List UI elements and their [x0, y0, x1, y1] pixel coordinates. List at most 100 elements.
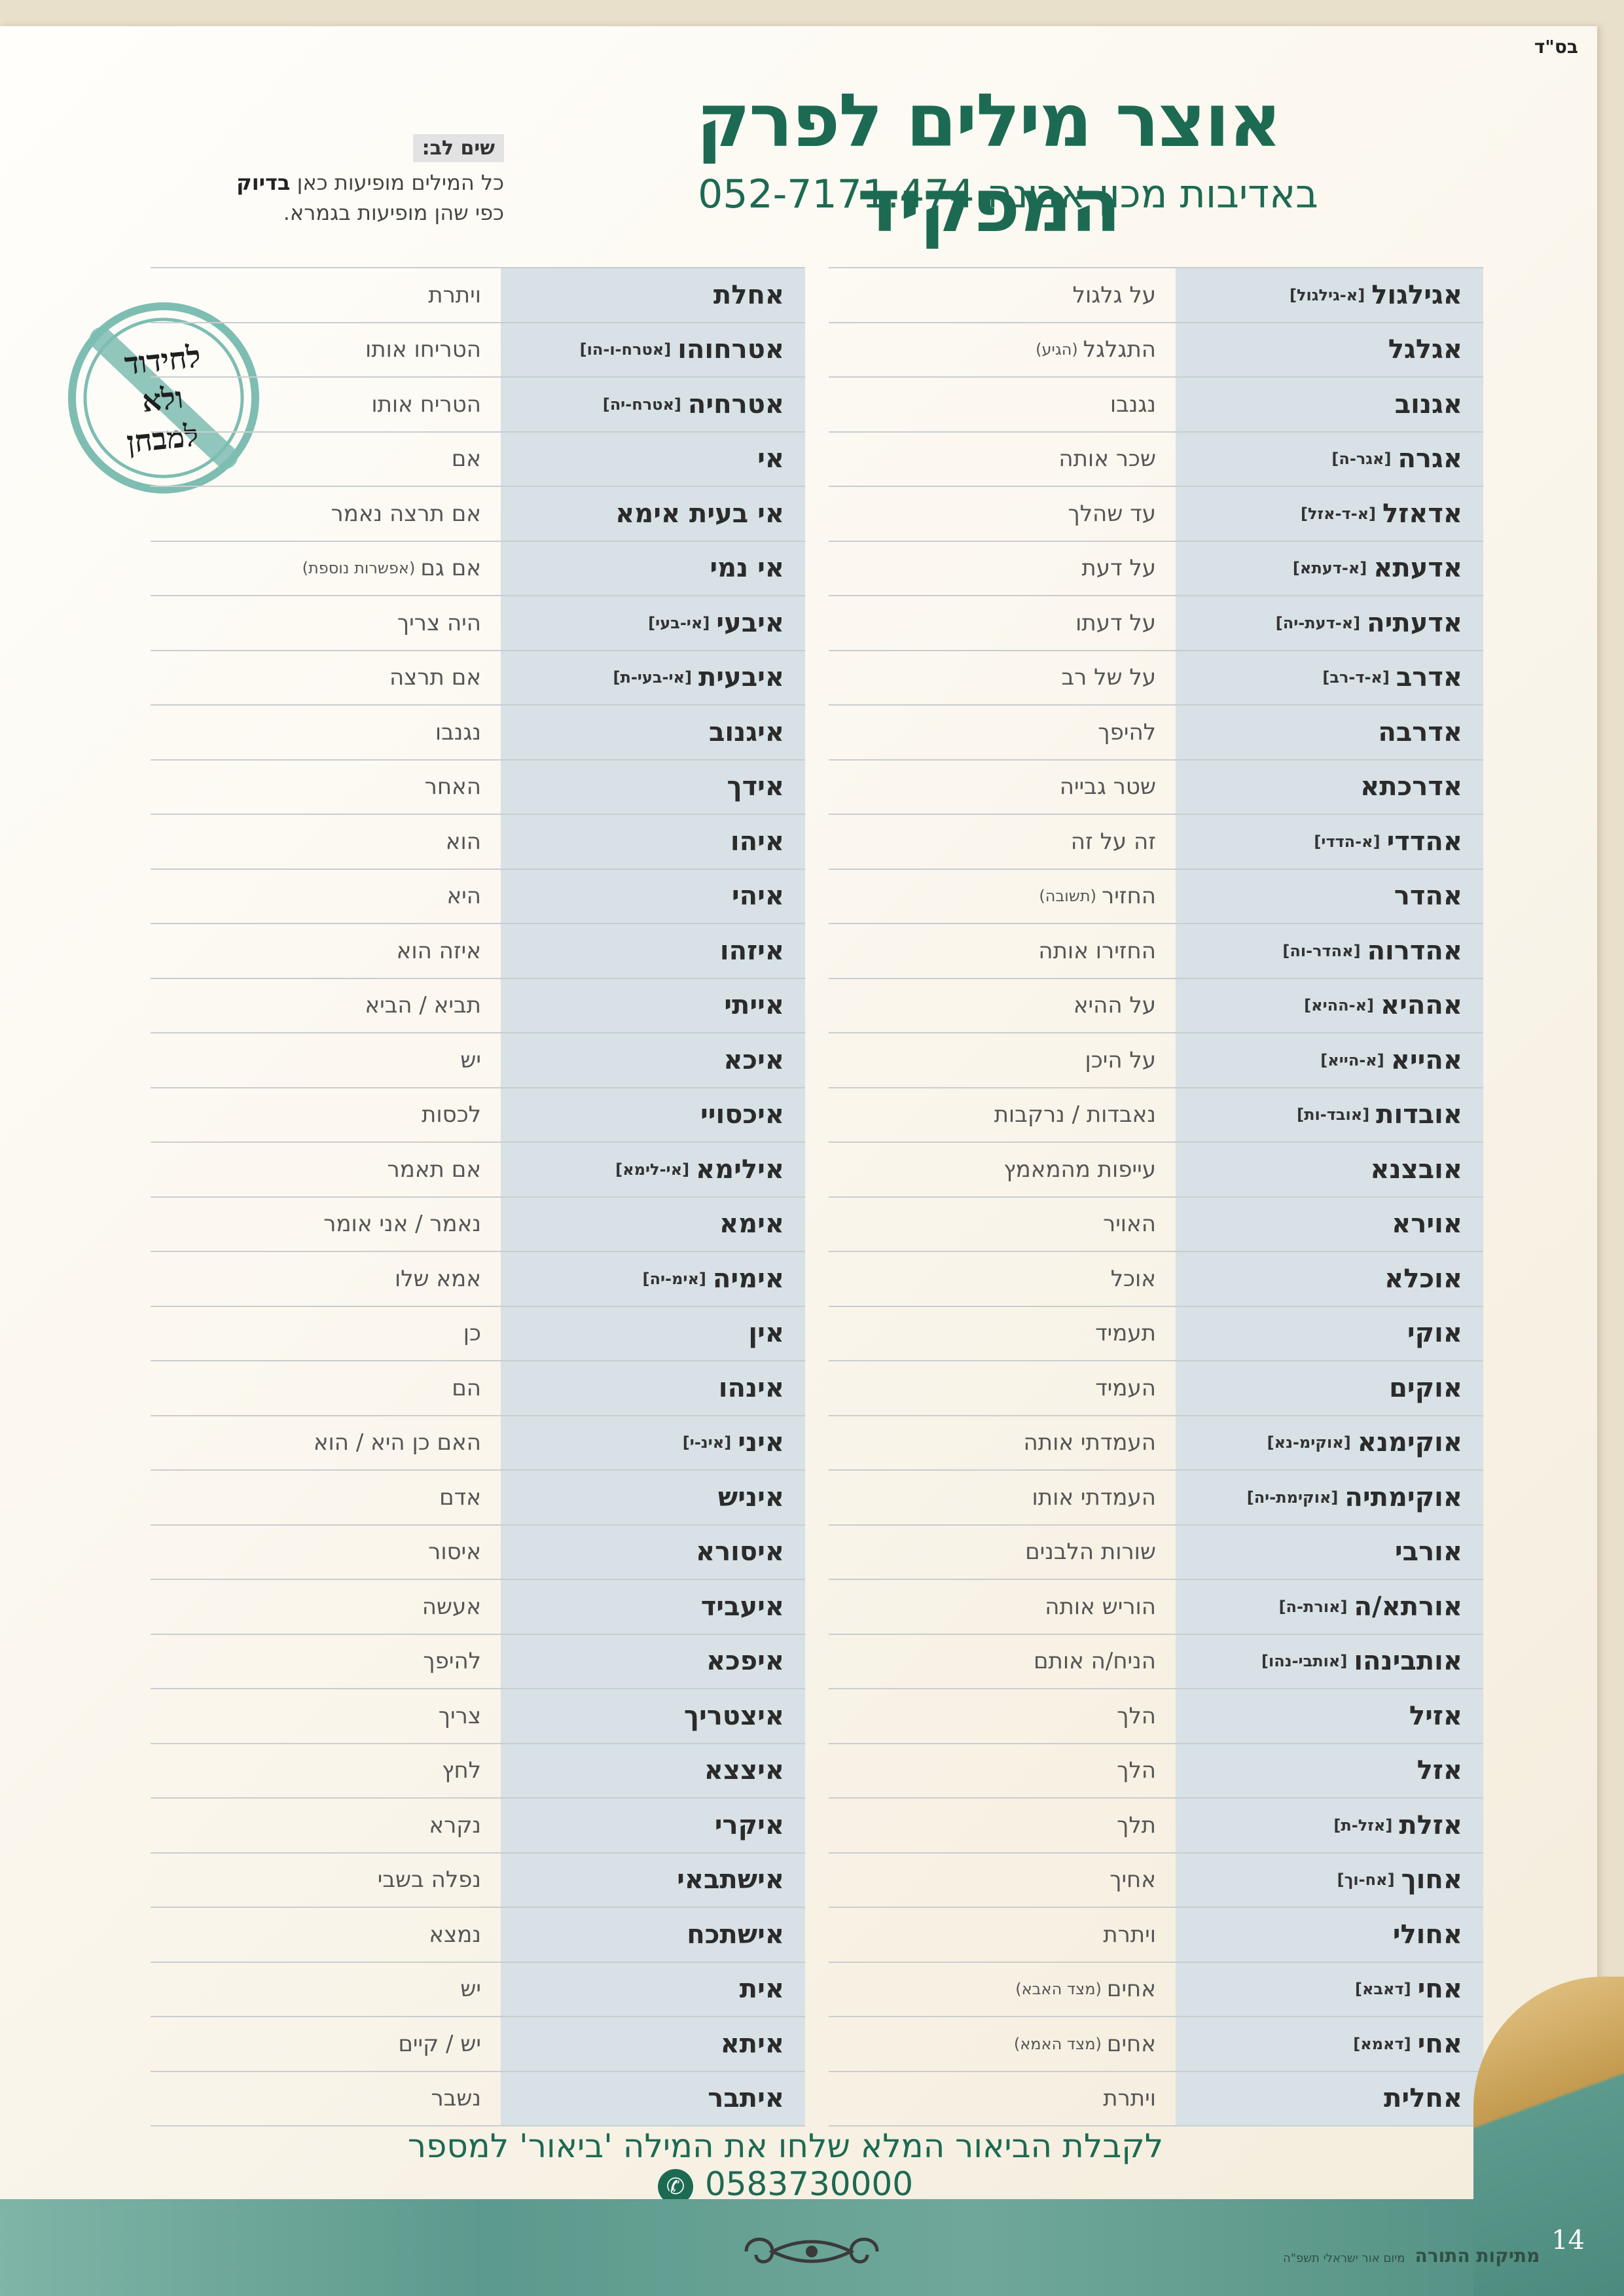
vocab-meaning-cell: אם תרצה	[151, 651, 501, 705]
vocab-meaning: אם	[451, 446, 481, 473]
vocab-term-cell: אוכלא	[1176, 1252, 1483, 1306]
vocab-meaning: איזה הוא	[396, 937, 481, 964]
vocab-meaning-cell: לחץ	[151, 1744, 501, 1798]
vocab-term-cell: אהייא [א-הייא]	[1176, 1033, 1483, 1087]
vocab-term-cell: אזלת [אזל-ת]	[1176, 1799, 1483, 1852]
vocab-meaning: שכר אותה	[1058, 446, 1156, 473]
vocab-term-cell: איני [אינ-י]	[501, 1416, 805, 1469]
vocab-meaning-cell: על דעתו	[829, 596, 1176, 650]
vocab-term-cell: איסורא	[501, 1525, 805, 1579]
vocab-meaning-cell: תביא / הביא	[151, 979, 501, 1033]
vocab-term-cell: אזל	[1176, 1744, 1483, 1797]
vocab-meaning: היה צריך	[397, 609, 481, 636]
vocab-term: אגילגול	[1371, 279, 1462, 310]
vocab-meaning-cell: תלך	[829, 1799, 1176, 1852]
vocab-meaning-cell: איסור	[151, 1526, 501, 1579]
note-line-1-bold: בדיוק	[236, 170, 291, 195]
vocab-meaning-cell: שורות הלבנים	[829, 1526, 1176, 1579]
vocab-term: אטרחוהו	[677, 334, 784, 365]
vocab-meaning: האם כן היא / הוא	[313, 1429, 481, 1456]
vocab-term-cell: איכסויי	[501, 1088, 805, 1141]
vocab-term-cell: אי	[501, 432, 805, 486]
vocab-meaning: יש / קיים	[398, 2030, 481, 2057]
vocab-meaning: העמדתי אותה	[1023, 1429, 1156, 1456]
vocab-row: אוקי תעמיד	[829, 1306, 1483, 1361]
vocab-row: אחלית ויתרת	[829, 2072, 1483, 2126]
vocab-meaning-cell: אעשה	[151, 1580, 501, 1634]
vocab-term-cell: אטרחוהו [אטרח-ו-הו]	[501, 323, 805, 376]
vocab-term: איהו	[730, 826, 784, 857]
vocab-row: אייתי תביא / הביא	[151, 978, 805, 1033]
vocab-meaning: החזירו אותה	[1038, 937, 1156, 964]
vocab-meaning: אמא שלו	[394, 1265, 481, 1292]
vocab-term: אישתכח	[687, 1919, 784, 1950]
vocab-meaning: התגלגל	[1083, 336, 1156, 363]
vocab-meaning-note: (אפשרות נוספת)	[302, 559, 416, 578]
vocab-row: אוירא האויר	[829, 1197, 1483, 1252]
vocab-meaning: תעמיד	[1095, 1320, 1156, 1347]
note-line-2: כפי שהן מופיעות בגמרא.	[283, 200, 504, 225]
vocab-row: אדרכתא שטר גבייה	[829, 760, 1483, 815]
vocab-row: אהייא [א-הייא] על היכן	[829, 1033, 1483, 1088]
note-line-1-text: כל המילים מופיעות כאן	[290, 170, 504, 195]
vocab-term: איני	[738, 1427, 784, 1458]
vocab-term-cell: איגנוב	[501, 706, 805, 759]
vocab-term-hint: [א-דעתא]	[1292, 559, 1367, 578]
vocab-term-cell: אורבי	[1176, 1525, 1483, 1579]
vocab-meaning: הלך	[1117, 1702, 1156, 1729]
vocab-term-cell: אדעתיה [א-דעת-יה]	[1176, 596, 1483, 650]
vocab-meaning: על דעתו	[1075, 609, 1156, 636]
vocab-meaning-cell: שטר גבייה	[829, 761, 1176, 814]
vocab-meaning: אחים	[1106, 2030, 1156, 2057]
vocab-meaning: לכסות	[422, 1102, 481, 1128]
vocab-term: איסורא	[695, 1537, 784, 1568]
vocab-meaning-note: (הגיע)	[1036, 340, 1078, 359]
vocab-meaning-cell: ויתרת	[829, 1908, 1176, 1962]
vocab-meaning: היא	[446, 883, 481, 910]
vocab-term: אזלת	[1399, 1810, 1462, 1840]
vocab-row: אגילגול [א-גילגול] על גלגול	[829, 267, 1483, 323]
vocab-meaning-cell: עד שהלך	[829, 487, 1176, 541]
vocab-term-cell: אידך	[501, 760, 805, 814]
vocab-term: אית	[739, 1974, 784, 2005]
vocab-row: אישתכח נמצא	[151, 1908, 805, 1963]
vocab-term-cell: אזיל	[1176, 1689, 1483, 1743]
vocab-row: איכא יש	[151, 1033, 805, 1088]
vocab-term-cell: אימא	[501, 1197, 805, 1251]
vocab-meaning-cell: ויתרת	[151, 268, 501, 322]
vocab-term: אגנוב	[1394, 389, 1462, 420]
vocab-meaning: נקרא	[429, 1812, 481, 1839]
vocab-row: אחולי ויתרת	[829, 1908, 1483, 1963]
vocab-term-hint: [אזל-ת]	[1333, 1816, 1393, 1835]
vocab-meaning-cell: אחים (מצד האמא)	[829, 2017, 1176, 2071]
vocab-row: אוקים העמיד	[829, 1361, 1483, 1416]
vocab-term-hint: [א-ד-אזל]	[1300, 504, 1377, 523]
vocab-row: אילימא [אי-לימא] אם תאמר	[151, 1143, 805, 1198]
vocab-term-cell: אגילגול [א-גילגול]	[1176, 268, 1483, 322]
vocab-meaning-cell: נמצא	[151, 1908, 501, 1962]
vocab-meaning-cell: שכר אותה	[829, 433, 1176, 486]
vocab-term: אינהו	[718, 1372, 784, 1403]
vocab-meaning-cell: נאמר / אני אומר	[151, 1198, 501, 1251]
vocab-row: אטרחיה [אטרח-יה] הטריח אותו	[151, 378, 805, 433]
vocab-term: אילימא	[696, 1154, 784, 1185]
vocab-term-hint: [א-ההיא]	[1304, 996, 1375, 1015]
vocab-term-cell: אי נמי	[501, 541, 805, 595]
vocab-term: אהייא	[1390, 1045, 1462, 1075]
vocab-meaning-cell: אוכל	[829, 1252, 1176, 1306]
vocab-meaning-cell: נגנבו	[829, 378, 1176, 431]
vocab-meaning-cell: הם	[151, 1361, 501, 1415]
vocab-meaning: להיפך	[1098, 719, 1156, 745]
vocab-term: אותבינהו	[1354, 1646, 1462, 1677]
vocab-meaning: שטר גבייה	[1059, 774, 1156, 800]
vocab-meaning: הטריח אותו	[371, 391, 481, 418]
vocab-meaning-cell: הלך	[829, 1744, 1176, 1798]
vocab-term-cell: אחי [דאמא]	[1176, 2017, 1483, 2071]
page-number: 14	[1551, 2225, 1585, 2255]
vocab-meaning: ויתרת	[428, 281, 481, 308]
vocab-row: איגנוב נגנבו	[151, 706, 805, 761]
vocab-term-cell: איפכא	[501, 1634, 805, 1688]
vocab-row: איני [אינ-י] האם כן היא / הוא	[151, 1416, 805, 1471]
vocab-term: אובצנא	[1370, 1154, 1462, 1185]
vocab-term: איניש	[717, 1482, 784, 1513]
